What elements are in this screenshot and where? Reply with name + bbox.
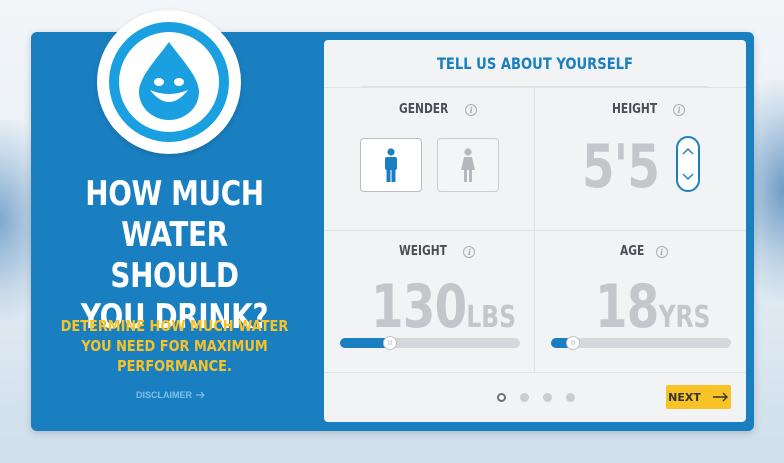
height-label: HEIGHT i: [612, 102, 686, 117]
info-icon[interactable]: i: [465, 103, 478, 116]
chevron-down-icon: [682, 173, 694, 180]
height-increase-button[interactable]: [678, 138, 698, 164]
weight-label-text: WEIGHT: [399, 244, 447, 259]
male-icon: [385, 148, 397, 182]
info-icon[interactable]: i: [673, 103, 686, 116]
info-icon[interactable]: i: [463, 245, 476, 258]
page-title: HOW MUCH WATER SHOULD YOU DRINK?: [57, 174, 292, 338]
weight-slider[interactable]: |||: [340, 336, 520, 350]
height-value: 5'5: [582, 132, 660, 202]
info-icon[interactable]: i: [655, 245, 668, 258]
form-panel: TELL US ABOUT YOURSELF GENDER i HEIGHT i…: [324, 40, 746, 422]
divider: [324, 87, 746, 88]
disclaimer-link[interactable]: DISCLAIMER: [136, 390, 216, 400]
age-value: 18 YRS: [595, 272, 710, 342]
height-decrease-button[interactable]: [678, 164, 698, 190]
gender-label-text: GENDER: [399, 102, 449, 117]
divider: [324, 372, 746, 373]
pagination-dot[interactable]: [566, 393, 575, 402]
age-slider-knob[interactable]: |||: [566, 336, 580, 350]
weight-value: 130 LBS: [371, 272, 516, 342]
height-stepper[interactable]: [676, 136, 700, 192]
age-slider[interactable]: |||: [551, 336, 731, 350]
divider: [324, 230, 746, 231]
subhead-line: YOU NEED FOR MAXIMUM: [81, 337, 268, 355]
age-number: 18: [595, 272, 659, 342]
logo: [97, 10, 241, 154]
gender-male-button[interactable]: [360, 138, 422, 192]
pagination-dot[interactable]: [520, 393, 529, 402]
age-label-text: AGE: [620, 244, 645, 259]
height-label-text: HEIGHT: [612, 102, 658, 117]
gender-female-button[interactable]: [437, 138, 499, 192]
gender-label: GENDER i: [399, 102, 478, 117]
weight-number: 130: [371, 272, 467, 342]
age-label: AGE i: [620, 244, 668, 259]
water-drop-smile-icon: [139, 42, 199, 120]
form-title: TELL US ABOUT YOURSELF: [361, 40, 709, 87]
arrow-right-icon: [196, 391, 205, 399]
weight-label: WEIGHT i: [399, 244, 476, 259]
weight-slider-knob[interactable]: |||: [383, 336, 397, 350]
subtitle: DETERMINE HOW MUCH WATER YOU NEED FOR MA…: [59, 316, 290, 376]
weight-unit: LBS: [466, 300, 516, 335]
subhead-line: DETERMINE HOW MUCH WATER: [60, 317, 289, 335]
next-button-label: NEXT: [668, 390, 701, 404]
age-unit: YRS: [658, 300, 711, 335]
headline-line: HOW MUCH: [85, 174, 264, 214]
pagination: [497, 393, 575, 402]
height-number: 5'5: [582, 132, 660, 202]
headline-line: WATER SHOULD: [110, 215, 239, 296]
female-icon: [461, 148, 475, 182]
arrow-right-icon: [712, 392, 728, 402]
disclaimer-label: DISCLAIMER: [136, 390, 192, 400]
chevron-up-icon: [682, 148, 694, 155]
pagination-dot[interactable]: [543, 393, 552, 402]
pagination-dot[interactable]: [497, 393, 506, 402]
next-button[interactable]: NEXT: [666, 385, 731, 409]
subhead-line: PERFORMANCE.: [117, 357, 232, 375]
